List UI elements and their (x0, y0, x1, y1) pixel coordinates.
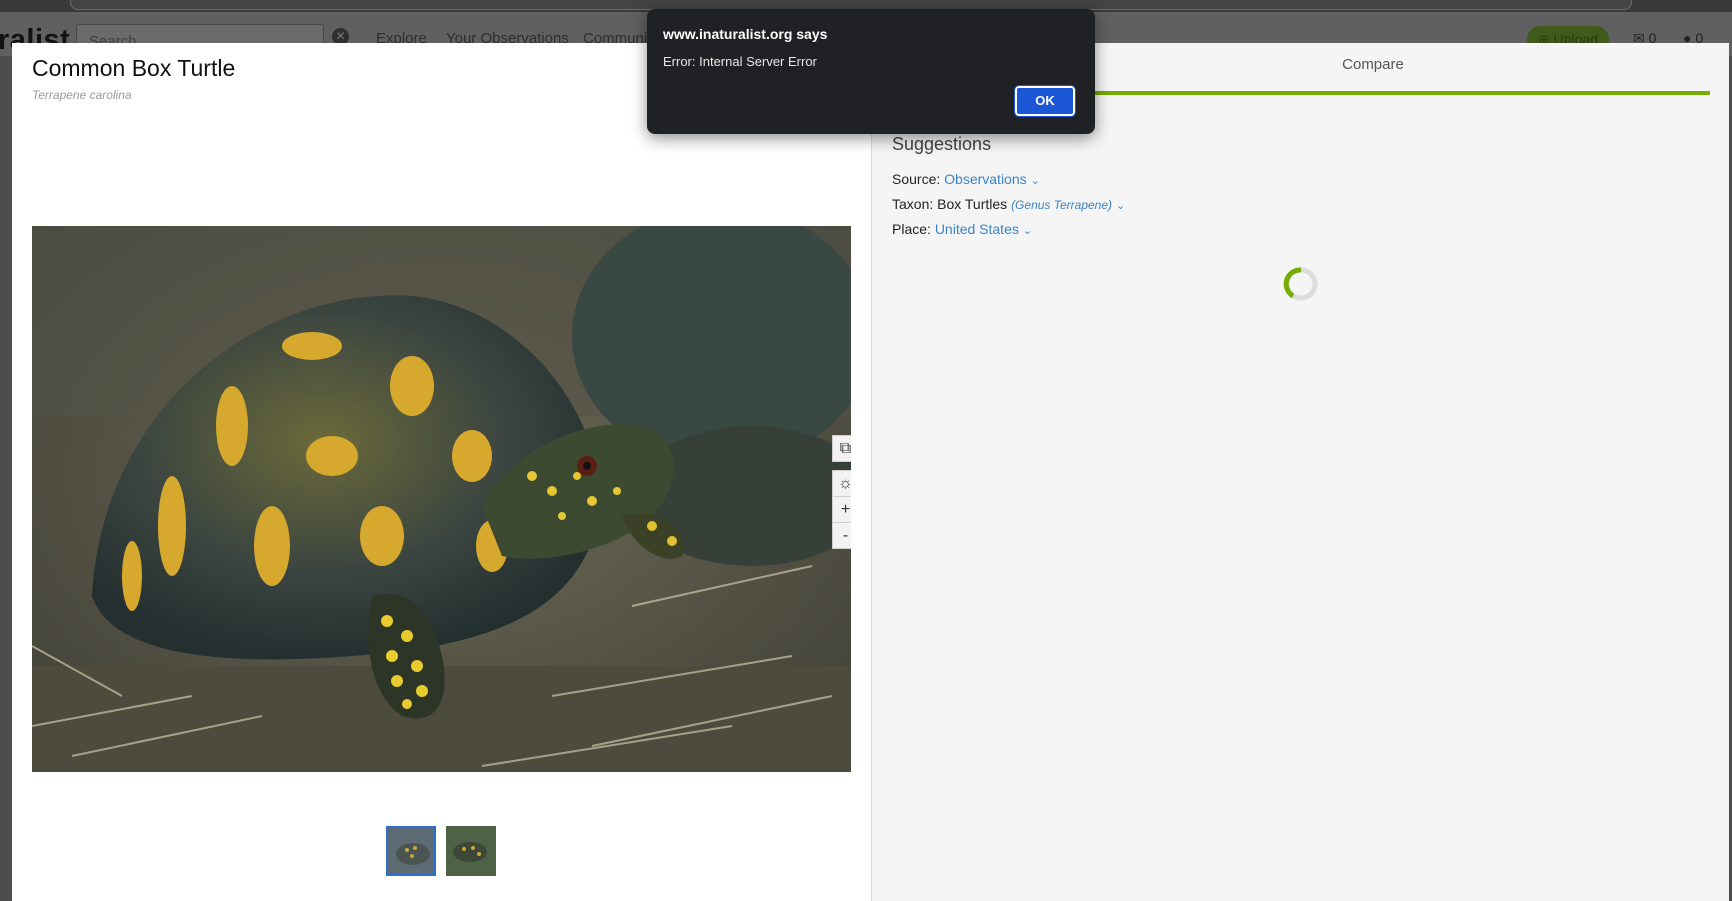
taxon-dropdown[interactable]: Box Turtles (Genus Terrapene) ⌄ (937, 196, 1125, 212)
photo-thumbnail[interactable] (386, 826, 436, 876)
alert-dialog: www.inaturalist.org says Error: Internal… (647, 9, 1095, 134)
place-label: Place: (892, 221, 931, 237)
zoom-in-button[interactable]: + (832, 496, 851, 523)
place-filter: Place: United States ⌄ (892, 221, 1032, 237)
taxon-common-name: Box Turtles (937, 196, 1008, 212)
brightness-icon[interactable]: ☼ (832, 470, 851, 497)
taxon-label: Taxon: (892, 196, 934, 212)
dialog-message: Error: Internal Server Error (663, 54, 817, 69)
open-external-icon[interactable]: ⧉ (832, 435, 851, 462)
suggestions-heading: Suggestions (892, 134, 992, 154)
chevron-down-icon: ⌄ (1030, 175, 1040, 187)
suggestions-pane: Compare Suggestions Source: Observations… (872, 43, 1729, 901)
tab-compare[interactable]: Compare (1273, 56, 1473, 73)
chevron-down-icon: ⌄ (1022, 225, 1033, 237)
ok-button[interactable]: OK (1014, 85, 1076, 117)
dialog-title: www.inaturalist.org says (663, 26, 828, 42)
source-filter: Source: Observations ⌄ (892, 171, 1040, 187)
taxon-rank: (Genus (1011, 198, 1051, 212)
zoom-out-button[interactable]: - (832, 522, 851, 549)
photo-thumbnail[interactable] (446, 826, 496, 876)
place-dropdown[interactable]: United States ⌄ (935, 221, 1032, 237)
loading-spinner-icon (1283, 267, 1318, 301)
turtle-photo-image (32, 226, 851, 772)
source-dropdown[interactable]: Observations ⌄ (944, 171, 1040, 187)
taxon-genus: Terrapene (1053, 198, 1109, 212)
thumbnail-image (446, 826, 496, 876)
thumbnail-image (388, 828, 434, 874)
taxon-filter: Taxon: Box Turtles (Genus Terrapene) ⌄ (892, 196, 1125, 212)
chevron-down-icon: ⌄ (1116, 200, 1126, 212)
taxon-title: Common Box Turtle (32, 55, 236, 81)
source-label: Source: (892, 171, 941, 187)
observation-photo[interactable]: ⧉ ☼ + - (32, 226, 851, 772)
identify-modal: Common Box Turtle Terrapene carolina ⧉ ☼… (12, 43, 1729, 901)
taxon-rank-close: ) (1108, 198, 1113, 212)
scientific-name: Terrapene carolina (32, 88, 132, 102)
